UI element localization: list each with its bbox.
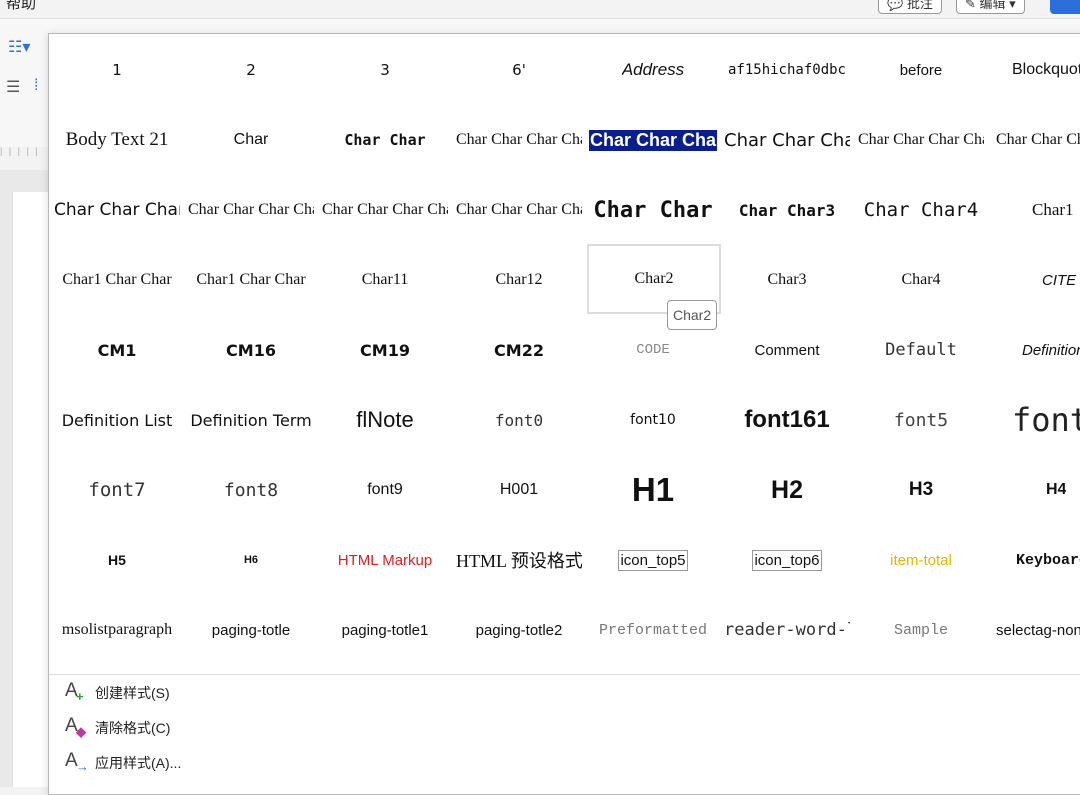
style-item[interactable]: item-total [854,525,988,595]
style-item[interactable]: Char12 [452,245,586,315]
review-button[interactable]: 💬 批注 [878,0,942,14]
style-item[interactable]: CM19 [318,315,452,385]
style-item[interactable]: Definition List [50,385,184,455]
style-item[interactable]: af15hichaf0dbc [720,35,854,105]
eraser-icon: A ◆ [65,715,86,739]
style-item-selected[interactable]: Char Char Char [586,105,720,175]
style-item[interactable]: font8 [184,455,318,525]
clear-format-label: 清除格式(C) [95,720,171,736]
style-item[interactable]: HTML Markup [318,525,452,595]
create-style-icon: A + [65,680,84,704]
style-item[interactable]: CM1 [50,315,184,385]
style-item[interactable]: selectag-none [988,595,1080,665]
style-item[interactable]: font0 [452,385,586,455]
style-item[interactable]: paging-totle1 [318,595,452,665]
multilevel-list-icon[interactable]: ☷▾ [8,37,30,57]
style-item[interactable]: Char1 [988,175,1080,245]
style-item[interactable]: CM16 [184,315,318,385]
style-item[interactable]: H5 [50,525,184,595]
style-item[interactable]: H3 [854,455,988,525]
style-item[interactable]: flNote [318,385,452,455]
create-style-label: 创建样式(S) [95,685,170,701]
style-item[interactable]: CM22 [452,315,586,385]
align-left-icon[interactable]: ☰ [6,77,20,97]
apply-style-label: 应用样式(A)... [95,755,182,771]
style-item[interactable]: 6' [452,35,586,105]
style-item[interactable]: Definition Term [184,385,318,455]
style-item[interactable]: Char3 [720,245,854,315]
style-item[interactable]: Char Char Char [50,175,184,245]
style-item[interactable]: Char Char [586,175,720,245]
style-item[interactable]: Char1 Char Char [184,245,318,315]
style-grid: 1 2 3 6' Address af15hichaf0dbc before B… [49,34,1080,674]
style-item[interactable]: paging-totle [184,595,318,665]
style-item[interactable]: font161 [720,385,854,455]
paragraph-icon[interactable]: ⁞ [34,77,38,95]
style-item[interactable]: paging-totle2 [452,595,586,665]
style-item[interactable]: font10 [586,385,720,455]
style-item[interactable]: Char1 Char Char [50,245,184,315]
style-item[interactable]: Char Char Char [720,105,854,175]
style-item[interactable]: Char [184,105,318,175]
style-item[interactable]: Comment [720,315,854,385]
style-item[interactable]: Char Char [318,105,452,175]
style-item[interactable]: Char Char3 [720,175,854,245]
style-item[interactable]: Char Char Char Char [184,175,318,245]
style-item[interactable]: Keyboard [988,525,1080,595]
apply-style-menu-item[interactable]: A → 应用样式(A)... [63,748,181,778]
style-item[interactable]: Char Char Char Char [988,105,1080,175]
style-item[interactable]: font7 [50,455,184,525]
style-item[interactable]: Char Char Char Char [854,105,988,175]
style-item[interactable]: Char Char Char Char [452,105,586,175]
style-item[interactable]: icon_top5 [586,525,720,595]
style-item[interactable]: icon_top6 [720,525,854,595]
style-item[interactable]: H001 [452,455,586,525]
style-item[interactable]: font5 [854,385,988,455]
create-style-menu-item[interactable]: A + 创建样式(S) [63,678,170,708]
style-item[interactable]: Char Char Char Char [452,175,586,245]
share-button[interactable] [1050,0,1080,14]
style-item[interactable]: before [854,35,988,105]
style-item[interactable]: Char Char4 [854,175,988,245]
style-item[interactable]: reader-word-layer [720,595,854,665]
style-item[interactable]: 2 [184,35,318,105]
apply-style-icon: A → [65,750,89,774]
style-item[interactable]: H6 [184,525,318,595]
style-item[interactable]: H2 [720,455,854,525]
style-item[interactable]: Char Char Char Char [318,175,452,245]
style-item[interactable]: Blockquote [988,35,1080,105]
style-item[interactable]: Char11 [318,245,452,315]
style-item[interactable]: HTML 预设格式 [452,525,586,595]
ruler: | | | | | [0,146,40,156]
style-item[interactable]: font9 [318,455,452,525]
style-item[interactable]: Definition [988,315,1080,385]
style-item[interactable]: Preformatted [586,595,720,665]
style-item[interactable]: msolistparagraph [50,595,184,665]
style-item[interactable]: CITE [988,245,1080,315]
style-gallery: 1 2 3 6' Address af15hichaf0dbc before B… [48,33,1080,795]
clear-format-menu-item[interactable]: A ◆ 清除格式(C) [63,713,170,743]
style-item[interactable]: Address [586,35,720,105]
style-item[interactable]: H1 [586,455,720,525]
document-page [12,192,49,787]
style-item[interactable]: Body Text 21 [50,105,184,175]
style-tooltip: Char2 [667,300,718,330]
style-item[interactable]: 3 [318,35,452,105]
style-item[interactable]: font6 [988,385,1080,455]
menu-divider [49,674,1080,675]
style-item[interactable]: 1 [50,35,184,105]
style-item[interactable]: Default [854,315,988,385]
style-item[interactable]: Char4 [854,245,988,315]
style-item[interactable]: H4 [988,455,1080,525]
edit-button[interactable]: ✎ 编辑 ▾ [956,0,1025,14]
title-bar: 帮助 💬 批注 ✎ 编辑 ▾ [0,0,1080,18]
style-item[interactable]: Sample [854,595,988,665]
help-menu[interactable]: 帮助 [6,0,36,13]
